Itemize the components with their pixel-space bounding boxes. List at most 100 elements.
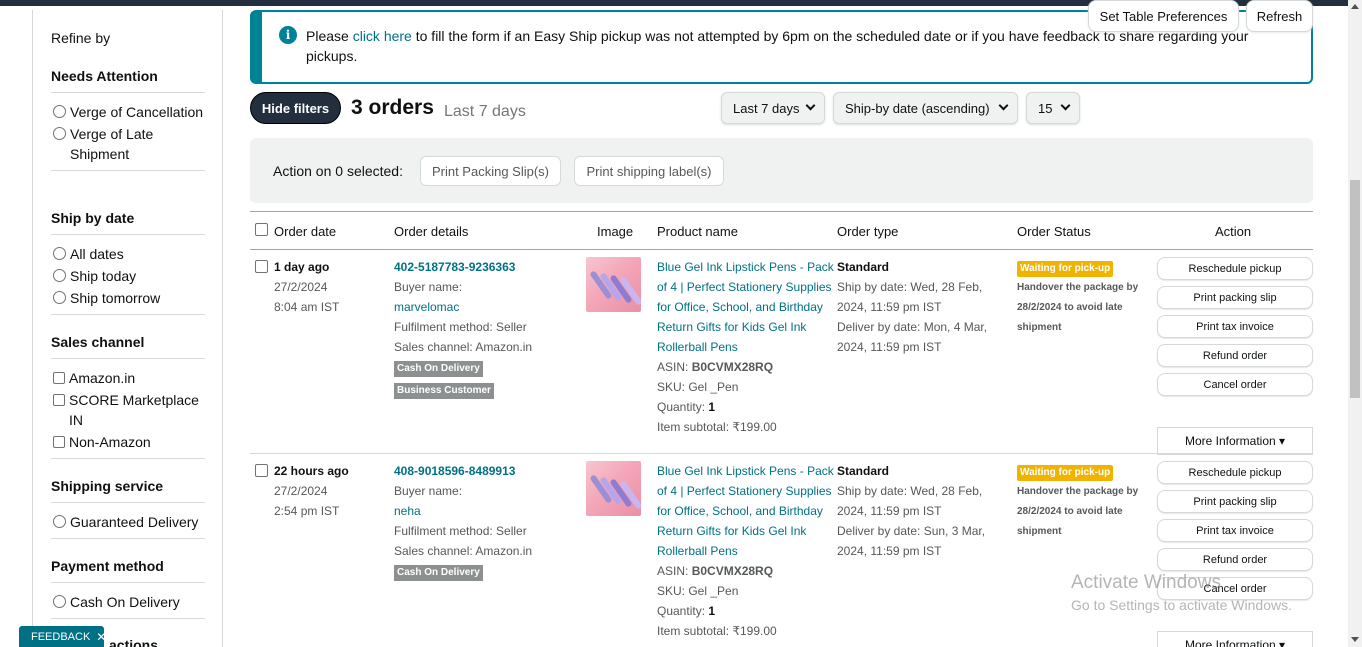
info-icon: i [279, 26, 297, 44]
filter-all-dates[interactable]: All dates [51, 244, 205, 264]
page-scrollbar[interactable] [1348, 0, 1362, 647]
refine-by-label: Refine by [51, 30, 111, 46]
product-name-link[interactable]: Blue Gel Ink Lipstick Pens - Pack of 4 |… [657, 461, 835, 561]
filter-verge-of-cancellation[interactable]: Verge of Cancellation [51, 102, 205, 122]
checkbox[interactable] [53, 372, 65, 384]
date-range-select[interactable]: Last 7 days [721, 92, 825, 124]
print-packing-slip-button[interactable]: Print packing slip [1157, 286, 1313, 309]
radio-button[interactable] [53, 291, 66, 304]
close-icon[interactable]: ✕ [96, 630, 106, 644]
row-checkbox[interactable] [255, 464, 268, 477]
more-information-button[interactable]: More Information ▾ [1157, 631, 1313, 647]
filter-ship-tomorrow[interactable]: Ship tomorrow [51, 288, 205, 308]
header-image: Image [597, 224, 634, 239]
orders-range-label: Last 7 days [444, 103, 526, 120]
filter-verge-of-late-shipment[interactable]: Verge of Late Shipment [51, 124, 205, 164]
option-label: Verge of Cancellation [70, 104, 204, 120]
buyer-name-link[interactable]: neha [394, 501, 584, 521]
filter-sidebar: Refine by Needs Attention Verge of Cance… [32, 10, 223, 647]
option-label: Ship today [70, 268, 137, 284]
print-shipping-labels-button[interactable]: Print shipping label(s) [574, 156, 724, 186]
filter-guaranteed-delivery[interactable]: Guaranteed Delivery [51, 512, 205, 532]
sku: SKU: Gel _Pen [657, 380, 739, 394]
option-label: Amazon.in [69, 370, 136, 386]
status-badge: Waiting for pick-up [1017, 465, 1114, 481]
ship-by-date-section: Ship by date All dates Ship today Ship t… [51, 210, 205, 315]
more-information-button[interactable]: More Information ▾ [1157, 427, 1313, 455]
feedback-button[interactable]: FEEDBACK ✕ [19, 626, 106, 647]
product-cell: Blue Gel Ink Lipstick Pens - Pack of 4 |… [657, 461, 835, 641]
section-title: Needs Attention [51, 68, 205, 93]
header-order-date[interactable]: Order date [274, 224, 336, 239]
print-tax-invoice-button[interactable]: Print tax invoice [1157, 519, 1313, 542]
quantity-label: Quantity: [657, 604, 709, 618]
cancel-order-button[interactable]: Cancel order [1157, 577, 1313, 600]
option-label: Guaranteed Delivery [70, 514, 199, 530]
needs-attention-section: Needs Attention Verge of Cancellation Ve… [51, 68, 205, 171]
page-size-select[interactable]: 15 [1026, 92, 1080, 124]
print-tax-invoice-button[interactable]: Print tax invoice [1157, 315, 1313, 338]
buyer-label: Buyer name: [394, 280, 463, 294]
order-date: 27/2/2024 [274, 280, 328, 294]
print-packing-slips-button[interactable]: Print Packing Slip(s) [420, 156, 561, 186]
hide-filters-button[interactable]: Hide filters [250, 92, 341, 124]
radio-button[interactable] [53, 269, 66, 282]
set-table-preferences-button[interactable]: Set Table Preferences [1088, 0, 1239, 32]
ship-by-date: Ship by date: Wed, 28 Feb, 2024, 11:59 p… [837, 280, 983, 314]
radio-button[interactable] [53, 515, 66, 528]
filter-non-amazon[interactable]: Non-Amazon [51, 432, 205, 452]
radio-button[interactable] [53, 105, 66, 118]
radio-button[interactable] [53, 595, 66, 608]
filter-ship-today[interactable]: Ship today [51, 266, 205, 286]
product-image[interactable] [586, 461, 641, 516]
filter-amazon-in[interactable]: Amazon.in [51, 368, 205, 388]
refresh-button[interactable]: Refresh [1246, 0, 1313, 32]
sort-select[interactable]: Ship-by date (ascending) [833, 92, 1018, 124]
print-packing-slip-button[interactable]: Print packing slip [1157, 490, 1313, 513]
row-divider [250, 453, 1313, 454]
handover-note: Handover the package by 28/2/2024 to avo… [1017, 486, 1139, 537]
order-date-cell: 1 day ago 27/2/2024 8:04 am IST [274, 257, 384, 317]
quantity-label: Quantity: [657, 400, 709, 414]
filter-cash-on-delivery[interactable]: Cash On Delivery [51, 592, 205, 612]
option-label: Verge of Late Shipment [70, 126, 154, 162]
scroll-down-arrow-icon[interactable] [1351, 637, 1359, 642]
order-id-link[interactable]: 402-5187783-9236363 [394, 257, 584, 277]
product-image[interactable] [586, 257, 641, 312]
asin-label: ASIN: [657, 360, 692, 374]
scroll-up-arrow-icon[interactable] [1351, 4, 1359, 9]
radio-button[interactable] [53, 127, 66, 140]
handover-note: Handover the package by 28/2/2024 to avo… [1017, 282, 1139, 333]
fulfilment-method: Fulfilment method: Seller [394, 320, 527, 334]
checkbox[interactable] [53, 436, 65, 448]
order-type-cell: Standard Ship by date: Wed, 28 Feb, 2024… [837, 461, 1009, 561]
divider [51, 458, 205, 459]
sku: SKU: Gel _Pen [657, 584, 739, 598]
divider [51, 538, 205, 539]
row-checkbox[interactable] [255, 260, 268, 273]
product-name-link[interactable]: Blue Gel Ink Lipstick Pens - Pack of 4 |… [657, 257, 835, 357]
order-id-link[interactable]: 408-9018596-8489913 [394, 461, 584, 481]
reschedule-pickup-button[interactable]: Reschedule pickup [1157, 257, 1313, 280]
header-product-name: Product name [657, 224, 738, 239]
action-selected-label: Action on 0 selected: [273, 163, 403, 179]
cancel-order-button[interactable]: Cancel order [1157, 373, 1313, 396]
refund-order-button[interactable]: Refund order [1157, 344, 1313, 367]
refund-order-button[interactable]: Refund order [1157, 548, 1313, 571]
select-all-checkbox[interactable] [255, 223, 268, 236]
buyer-name-link[interactable]: marvelomac [394, 297, 584, 317]
radio-button[interactable] [53, 247, 66, 260]
banner-suffix: to fill the form if an Easy Ship pickup … [306, 28, 1249, 64]
scrollbar-thumb[interactable] [1350, 180, 1360, 398]
order-type: Standard [837, 464, 890, 478]
filter-score-marketplace[interactable]: SCORE Marketplace IN [51, 390, 205, 430]
sales-channel: Sales channel: Amazon.in [394, 340, 533, 354]
checkbox[interactable] [53, 394, 65, 406]
chevron-down-icon [1060, 100, 1071, 111]
option-label: Cash On Delivery [70, 594, 180, 610]
section-title: Sales channel [51, 334, 205, 359]
date-ago: 1 day ago [274, 260, 330, 274]
ship-by-date: Ship by date: Wed, 28 Feb, 2024, 11:59 p… [837, 484, 983, 518]
click-here-link[interactable]: click here [353, 28, 412, 44]
reschedule-pickup-button[interactable]: Reschedule pickup [1157, 461, 1313, 484]
